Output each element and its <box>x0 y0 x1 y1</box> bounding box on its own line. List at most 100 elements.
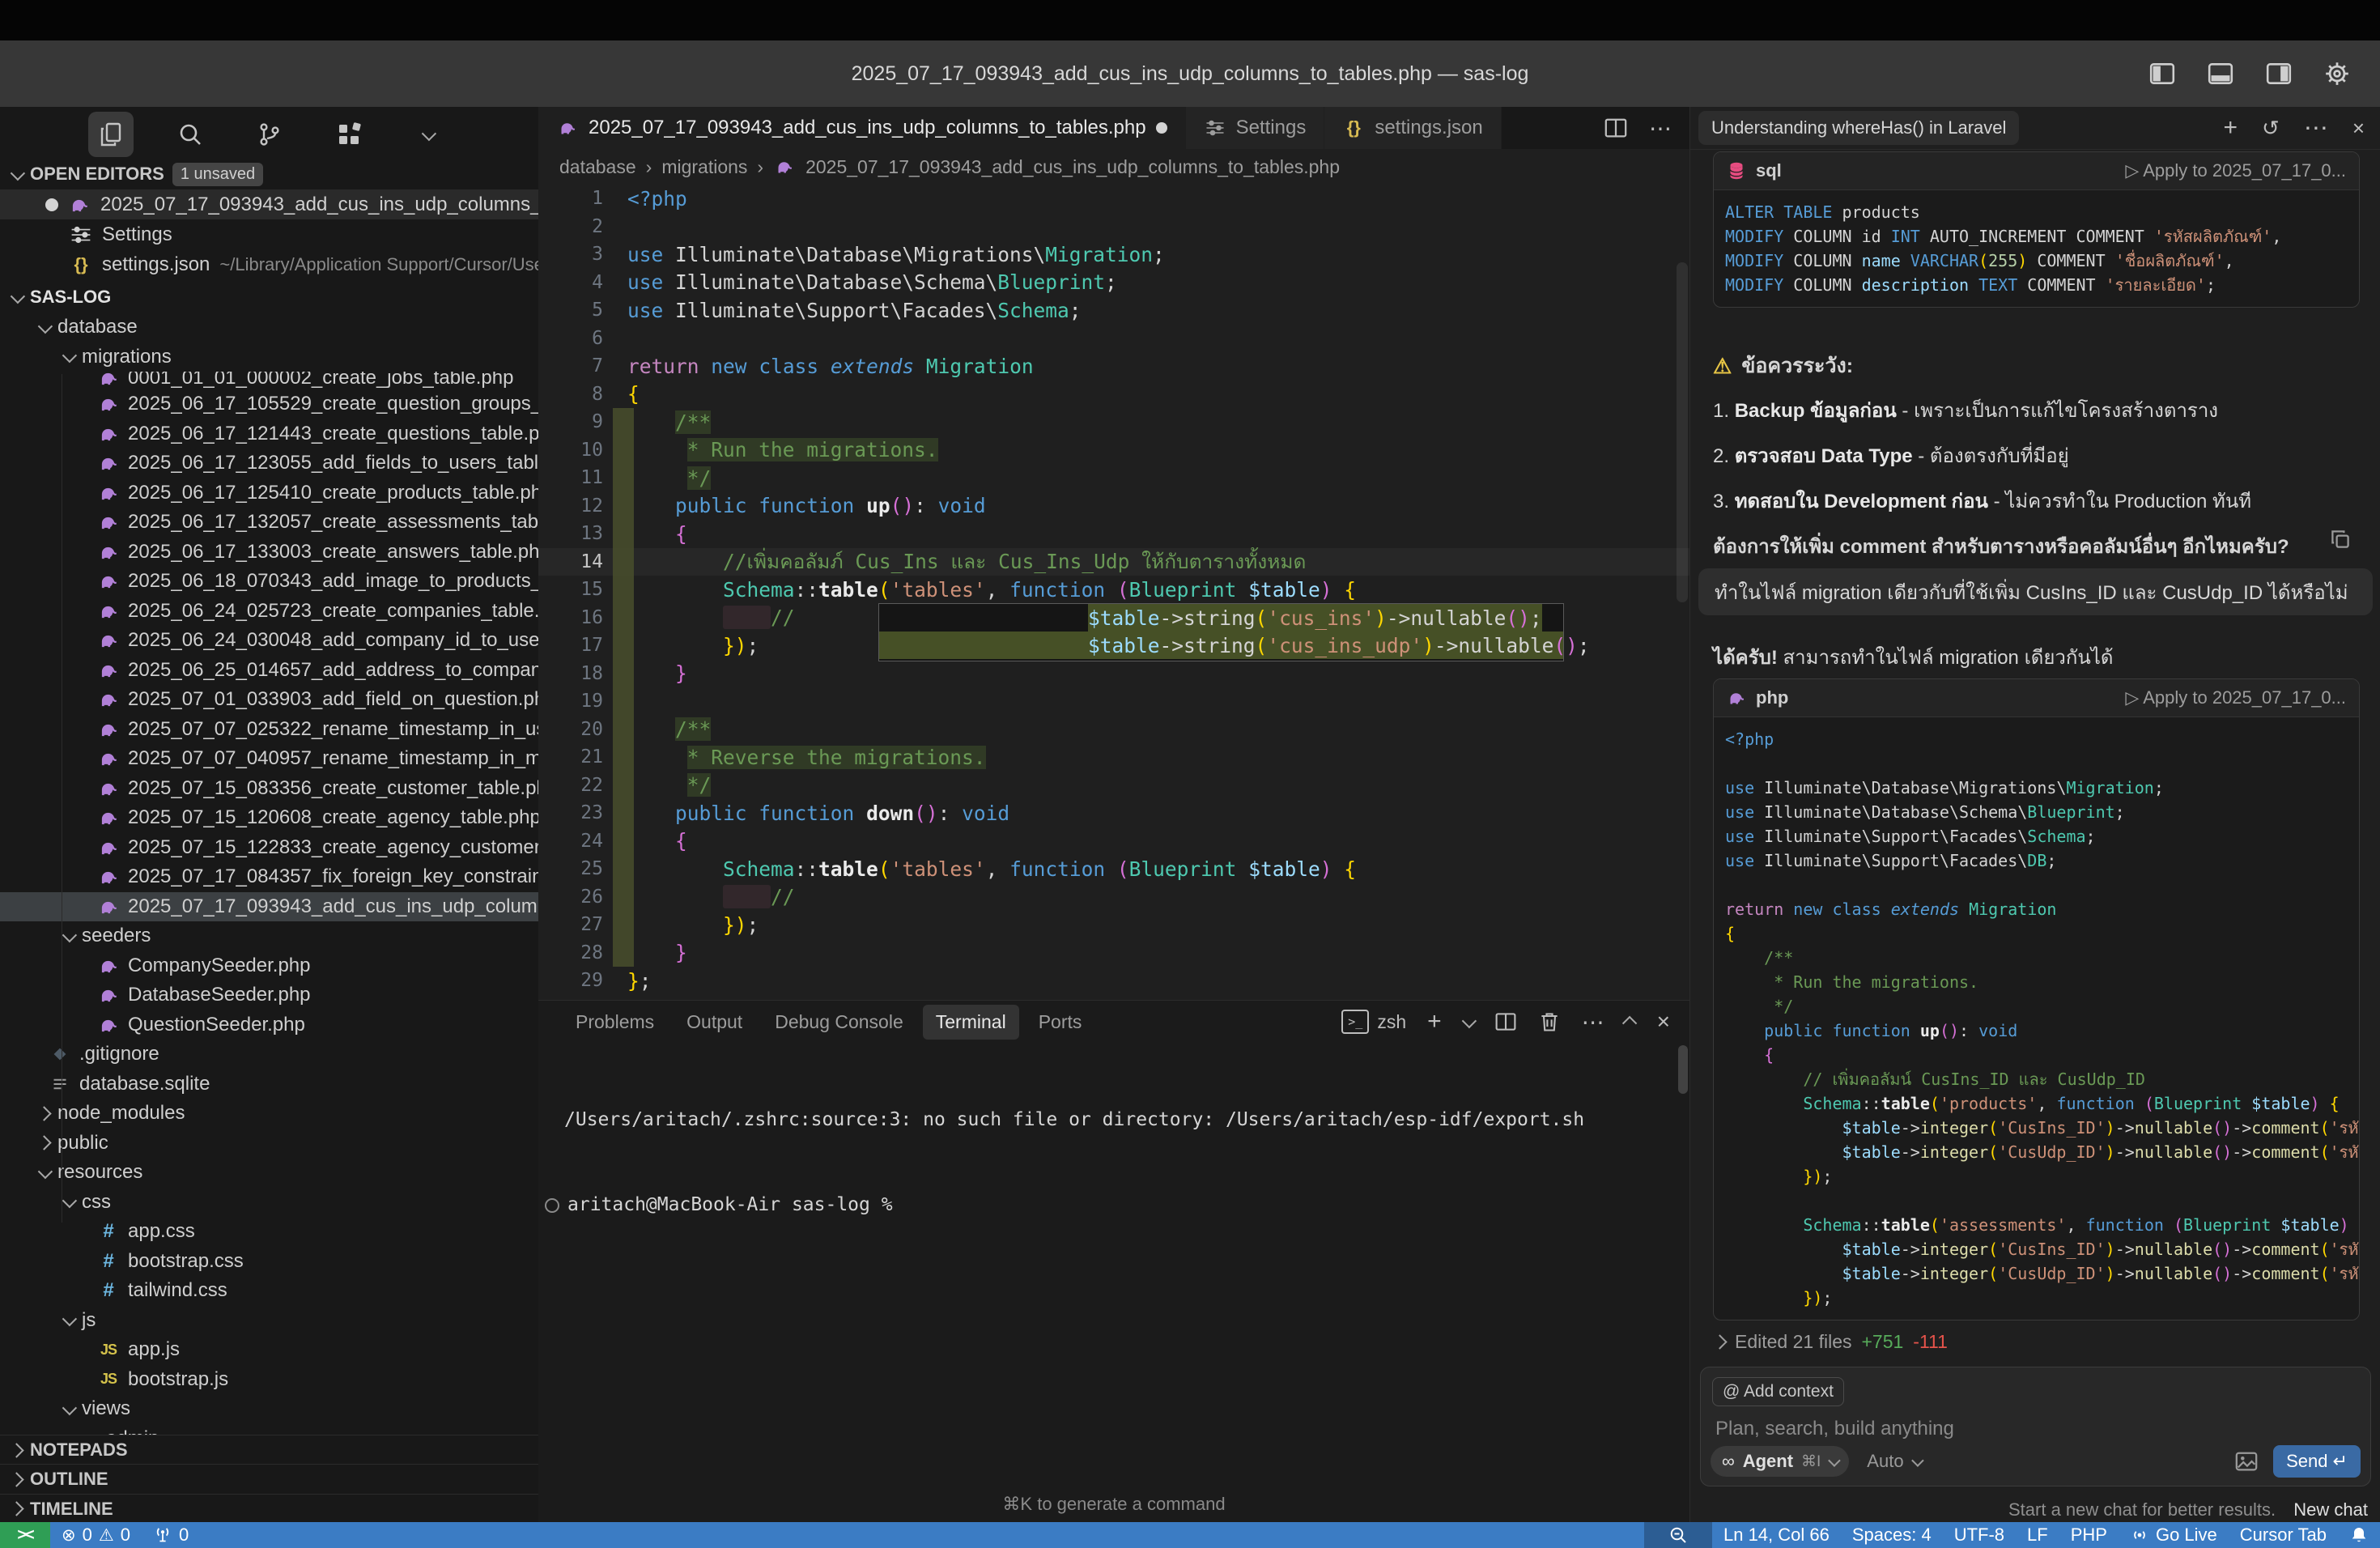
history-icon[interactable]: ↺ <box>2262 116 2280 141</box>
more-actions-icon[interactable]: ⋯ <box>1649 115 1672 142</box>
tree-item-tailwind-css[interactable]: #tailwind.css <box>0 1276 538 1306</box>
code-line-24[interactable]: 24 { <box>538 827 1689 856</box>
encoding[interactable]: UTF-8 <box>1943 1522 2016 1548</box>
more-actions-icon[interactable]: ⋯ <box>1582 1009 1604 1036</box>
shell-label[interactable]: >_zsh <box>1341 1010 1406 1034</box>
ai-inline-suggestion[interactable]: $table->string('cus_ins')->nullable(); $… <box>878 603 1564 661</box>
eol-sequence[interactable]: LF <box>2016 1522 2059 1548</box>
panel-tab-ports[interactable]: Ports <box>1026 1005 1095 1040</box>
close-panel-icon[interactable]: × <box>1657 1009 1670 1035</box>
tree-item-2025-07-15-120608-create-agency-table-php[interactable]: 2025_07_15_120608_create_agency_table.ph… <box>0 803 538 833</box>
tab-settings[interactable]: Settings <box>1186 107 1325 149</box>
more-actions-icon[interactable]: ⋯ <box>2304 114 2328 142</box>
new-chat-link[interactable]: New chat <box>2293 1499 2368 1520</box>
breadcrumb-migrations[interactable]: migrations <box>661 156 747 178</box>
tree-item-2025-06-17-105529-create-question-groups-table-php[interactable]: 2025_06_17_105529_create_question_groups… <box>0 389 538 419</box>
code-editor[interactable]: 1<?php23use Illuminate\Database\Migratio… <box>538 185 1689 1000</box>
toggle-bottom-panel-icon[interactable] <box>2207 60 2234 87</box>
remote-indicator[interactable]: >< <box>0 1522 50 1548</box>
zoom-status-icon[interactable] <box>1644 1522 1712 1548</box>
new-chat-icon[interactable]: + <box>2223 114 2238 142</box>
explorer-icon[interactable] <box>88 112 134 157</box>
search-icon[interactable] <box>168 112 213 157</box>
cursor-tab-toggle[interactable]: Cursor Tab <box>2229 1522 2338 1548</box>
apply-button[interactable]: ▷ Apply to 2025_07_17_0... <box>2125 687 2346 708</box>
code-line-5[interactable]: 5use Illuminate\Support\Facades\Schema; <box>538 296 1689 325</box>
code-line-26[interactable]: 26 // <box>538 883 1689 912</box>
terminal-scrollbar[interactable] <box>1678 1045 1688 1094</box>
code-line-23[interactable]: 23 public function down(): void <box>538 799 1689 827</box>
tree-item-2025-06-17-132057-create-assessments-table-php[interactable]: 2025_06_17_132057_create_assessments_tab… <box>0 508 538 538</box>
add-context-button[interactable]: @ Add context <box>1712 1377 1844 1406</box>
tree-item-2025-07-01-033903-add-field-on-question-php[interactable]: 2025_07_01_033903_add_field_on_question.… <box>0 685 538 715</box>
indentation[interactable]: Spaces: 4 <box>1841 1522 1943 1548</box>
copy-icon[interactable] <box>2329 528 2352 551</box>
code-line-27[interactable]: 27 }); <box>538 911 1689 939</box>
code-line-9[interactable]: 9 /** <box>538 408 1689 436</box>
code-line-8[interactable]: 8{ <box>538 381 1689 409</box>
breadcrumb-database[interactable]: database <box>559 156 636 178</box>
tree-item-views[interactable]: views <box>0 1394 538 1424</box>
close-icon[interactable]: × <box>2352 116 2365 141</box>
tree-item-bootstrap-css[interactable]: #bootstrap.css <box>0 1247 538 1277</box>
code-line-12[interactable]: 12 public function up(): void <box>538 492 1689 521</box>
tree-item-2025-06-18-070343-add-image-to-products-table-p-[interactable]: 2025_06_18_070343_add_image_to_products_… <box>0 567 538 597</box>
tree-item-css[interactable]: css <box>0 1188 538 1218</box>
code-line-6[interactable]: 6 <box>538 325 1689 353</box>
tree-item-node-modules[interactable]: node_modules <box>0 1099 538 1129</box>
open-editor-item-active[interactable]: 2025_07_17_093943_add_cus_ins_udp_column… <box>0 189 538 219</box>
breadcrumb-file[interactable]: 2025_07_17_093943_add_cus_ins_udp_column… <box>805 156 1340 178</box>
panel-tab-terminal[interactable]: Terminal <box>923 1005 1019 1040</box>
tree-item-0001-01-01-000002-create-jobs-table-php[interactable]: 0001_01_01_000002_create_jobs_table.php <box>0 372 538 389</box>
tab-settings-json[interactable]: {} settings.json <box>1324 107 1501 149</box>
image-icon[interactable] <box>2234 1449 2259 1474</box>
tree-item-resources[interactable]: resources <box>0 1158 538 1188</box>
chat-title-tab[interactable]: Understanding whereHas() in Laravel <box>1698 111 2019 145</box>
tree-item-companyseeder-php[interactable]: CompanySeeder.php <box>0 951 538 981</box>
tree-item--gitignore[interactable]: .gitignore <box>0 1040 538 1070</box>
tree-item-bootstrap-js[interactable]: JSbootstrap.js <box>0 1365 538 1395</box>
problems-status[interactable]: ⊗ 0 ⚠ 0 <box>50 1522 142 1548</box>
apply-button[interactable]: ▷ Apply to 2025_07_17_0... <box>2125 160 2346 181</box>
tree-item-js[interactable]: js <box>0 1306 538 1336</box>
tree-item-2025-06-17-123055-add-fields-to-users-table-php[interactable]: 2025_06_17_123055_add_fields_to_users_ta… <box>0 449 538 478</box>
split-editor-icon[interactable] <box>1604 116 1628 140</box>
code-line-2[interactable]: 2 <box>538 213 1689 241</box>
panel-tab-problems[interactable]: Problems <box>563 1005 667 1040</box>
code-line-15[interactable]: 15 Schema::table('tables', function (Blu… <box>538 576 1689 604</box>
new-terminal-icon[interactable]: + <box>1427 1008 1442 1036</box>
bell-icon[interactable] <box>2338 1522 2380 1548</box>
tree-item-2025-06-24-030048-add-company-id-to-users-tabl-[interactable]: 2025_06_24_030048_add_company_id_to_user… <box>0 626 538 656</box>
source-control-icon[interactable] <box>247 112 292 157</box>
tree-item-2025-07-15-083356-create-customer-table-php[interactable]: 2025_07_15_083356_create_customer_table.… <box>0 774 538 804</box>
notepads-section[interactable]: NOTEPADS <box>0 1435 538 1465</box>
chat-input-box[interactable]: @ Add context Plan, search, build anythi… <box>1700 1367 2371 1486</box>
go-live-button[interactable]: Go Live <box>2119 1522 2229 1548</box>
code-line-20[interactable]: 20 /** <box>538 716 1689 744</box>
code-line-3[interactable]: 3use Illuminate\Database\Migrations\Migr… <box>538 240 1689 269</box>
tree-item-app-css[interactable]: #app.css <box>0 1217 538 1247</box>
terminal-output[interactable]: /Users/aritach/.zshrc:source:3: no such … <box>545 1049 1673 1276</box>
panel-tab-debug-console[interactable]: Debug Console <box>762 1005 916 1040</box>
gear-icon[interactable] <box>2323 60 2351 87</box>
edited-files-row[interactable]: Edited 21 files +751 -111 <box>1715 1331 1948 1353</box>
tree-item-databaseseeder-php[interactable]: DatabaseSeeder.php <box>0 980 538 1010</box>
editor-scrollbar[interactable] <box>1677 262 1688 602</box>
model-selector[interactable]: Auto <box>1867 1451 1920 1472</box>
code-line-13[interactable]: 13 { <box>538 520 1689 548</box>
tree-item-2025-07-07-025322-rename-timestamp-in-users-tab-[interactable]: 2025_07_07_025322_rename_timestamp_in_us… <box>0 715 538 745</box>
split-terminal-icon[interactable] <box>1494 1010 1517 1033</box>
agent-mode-selector[interactable]: ∞ Agent ⌘I <box>1711 1446 1849 1477</box>
code-line-18[interactable]: 18 } <box>538 660 1689 688</box>
trash-icon[interactable] <box>1538 1010 1561 1033</box>
extensions-icon[interactable] <box>326 112 372 157</box>
code-line-4[interactable]: 4use Illuminate\Database\Schema\Blueprin… <box>538 269 1689 297</box>
project-root-header[interactable]: SAS-LOG <box>0 282 538 313</box>
tree-item-migrations[interactable]: migrations <box>0 342 538 372</box>
tree-item-2025-06-24-025723-create-companies-table-php[interactable]: 2025_06_24_025723_create_companies_table… <box>0 597 538 627</box>
toggle-right-panel-icon[interactable] <box>2265 60 2293 87</box>
ports-status[interactable]: 0 <box>142 1522 200 1548</box>
code-line-25[interactable]: 25 Schema::table('tables', function (Blu… <box>538 855 1689 883</box>
tree-item-seeders[interactable]: seeders <box>0 921 538 951</box>
toggle-left-panel-icon[interactable] <box>2148 60 2176 87</box>
